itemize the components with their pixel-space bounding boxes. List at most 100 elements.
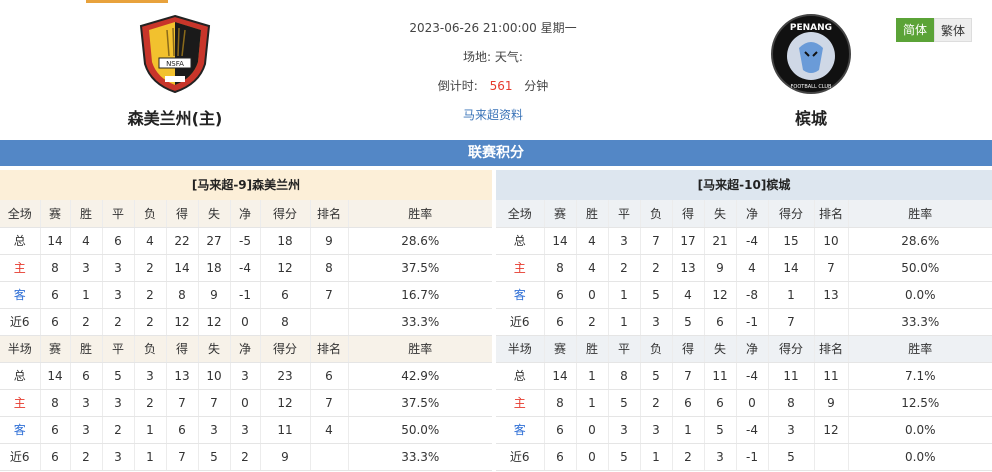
table-cell: 7 xyxy=(640,227,673,255)
away-standings-title: [马来超-10]槟城 xyxy=(496,170,992,200)
header-cell: 胜 xyxy=(576,335,609,363)
table-cell: 2 xyxy=(134,308,167,336)
table-cell: 8 xyxy=(608,362,641,390)
table-cell: 1 xyxy=(70,281,103,309)
table-cell: 28.6% xyxy=(848,227,992,255)
table-cell: 4 xyxy=(672,281,705,309)
table-cell: 3 xyxy=(608,227,641,255)
table-cell: 4 xyxy=(576,227,609,255)
table-cell: 7 xyxy=(768,308,815,336)
table-cell: 8 xyxy=(40,389,71,417)
row-label: 客 xyxy=(0,416,41,444)
row-label: 主 xyxy=(0,254,41,282)
row-label: 客 xyxy=(0,281,41,309)
table-row: 近6 6 0 5 1 2 3 -1 5 0.0% xyxy=(496,443,992,471)
row-label: 主 xyxy=(496,389,545,417)
table-cell: 6 xyxy=(102,227,135,255)
table-cell: 3 xyxy=(102,389,135,417)
table-cell: -8 xyxy=(736,281,769,309)
table-cell: 5 xyxy=(640,281,673,309)
header-cell: 平 xyxy=(608,335,641,363)
table-cell: 0 xyxy=(576,281,609,309)
table-cell: 2 xyxy=(230,443,261,471)
header-cell: 赛 xyxy=(544,335,577,363)
header-cell: 胜率 xyxy=(348,200,492,228)
table-cell: 2 xyxy=(576,308,609,336)
match-countdown: 倒计时: 561 分钟 xyxy=(340,72,646,101)
header-cell: 失 xyxy=(198,335,231,363)
table-cell: 2 xyxy=(672,443,705,471)
table-cell: 1 xyxy=(134,416,167,444)
home-standings-title: [马来超-9]森美兰州 xyxy=(0,170,492,200)
table-cell: 14 xyxy=(40,362,71,390)
table-cell: 5 xyxy=(102,362,135,390)
table-header-row: 全场赛胜平负得失净得分 排名 胜率 xyxy=(0,200,492,228)
weather-label: 天气: xyxy=(494,50,523,64)
header-cell: 半场 xyxy=(496,335,545,363)
header-cell: 失 xyxy=(198,200,231,228)
home-team-logo-icon: NSFA xyxy=(139,14,211,94)
table-cell: 2 xyxy=(640,389,673,417)
table-cell: 33.3% xyxy=(848,308,992,336)
table-cell: 4 xyxy=(576,254,609,282)
table-cell: 3 xyxy=(768,416,815,444)
table-cell: 7 xyxy=(166,443,199,471)
table-cell xyxy=(814,443,849,471)
home-team-name: 森美兰州(主) xyxy=(127,109,223,128)
header-cell: 胜 xyxy=(70,200,103,228)
table-cell: 1 xyxy=(134,443,167,471)
table-cell: 1 xyxy=(576,362,609,390)
header-cell: 半场 xyxy=(0,335,41,363)
lang-simplified-button[interactable]: 简体 xyxy=(896,18,934,42)
away-team[interactable]: PENANG FOOTBALL CLUB 槟城 xyxy=(736,12,886,129)
row-label: 近6 xyxy=(0,308,41,336)
table-row: 总 14 4 6 4 22 27 -5 18 9 28.6% xyxy=(0,227,492,255)
table-row: 近6 6 2 2 2 12 12 0 8 33.3% xyxy=(0,308,492,336)
table-cell: -4 xyxy=(736,227,769,255)
lang-traditional-button[interactable]: 繁体 xyxy=(934,18,972,42)
table-cell: 0 xyxy=(576,416,609,444)
header-cell: 净 xyxy=(230,335,261,363)
table-cell: 5 xyxy=(608,389,641,417)
table-cell: 1 xyxy=(608,281,641,309)
table-cell: 3 xyxy=(102,281,135,309)
table-cell: 6 xyxy=(40,443,71,471)
table-cell: 6 xyxy=(704,389,737,417)
home-standings-table: 全场赛胜平负得失净得分 排名 胜率总 14 4 6 4 22 27 -5 18 9 28.6% 主 8 3 3 2… xyxy=(0,200,492,471)
table-cell: 6 xyxy=(40,281,71,309)
svg-text:NSFA: NSFA xyxy=(166,60,184,68)
table-cell: -1 xyxy=(736,308,769,336)
header-cell: 得分 xyxy=(260,335,311,363)
row-label: 近6 xyxy=(496,308,545,336)
table-cell: 23 xyxy=(260,362,311,390)
table-cell: 4 xyxy=(70,227,103,255)
match-info: 2023-06-26 21:00:00 星期一 场地: 天气: 倒计时: 561… xyxy=(340,14,646,130)
row-label: 客 xyxy=(496,281,545,309)
table-cell: 14 xyxy=(768,254,815,282)
table-cell: 13 xyxy=(166,362,199,390)
table-cell: 5 xyxy=(768,443,815,471)
header-cell: 得 xyxy=(672,335,705,363)
table-cell: 0 xyxy=(230,308,261,336)
table-cell: 14 xyxy=(166,254,199,282)
header-cell: 全场 xyxy=(0,200,41,228)
table-cell: 7.1% xyxy=(848,362,992,390)
table-cell: 8 xyxy=(544,254,577,282)
table-cell: 7 xyxy=(310,281,349,309)
header-cell: 失 xyxy=(704,335,737,363)
league-info-link[interactable]: 马来超资料 xyxy=(463,108,523,122)
table-row: 客 6 1 3 2 8 9 -1 6 7 16.7% xyxy=(0,281,492,309)
table-cell: 8 xyxy=(166,281,199,309)
row-label: 主 xyxy=(496,254,545,282)
table-cell xyxy=(310,308,349,336)
header-cell: 平 xyxy=(608,200,641,228)
table-cell: 6 xyxy=(40,416,71,444)
row-label: 近6 xyxy=(496,443,545,471)
table-cell: 2 xyxy=(608,254,641,282)
table-cell: 37.5% xyxy=(348,254,492,282)
table-cell: 6 xyxy=(544,281,577,309)
header-cell: 排名 xyxy=(310,200,349,228)
table-cell: 3 xyxy=(230,362,261,390)
home-team[interactable]: NSFA 森美兰州(主) xyxy=(100,12,250,129)
table-cell: 2 xyxy=(134,281,167,309)
